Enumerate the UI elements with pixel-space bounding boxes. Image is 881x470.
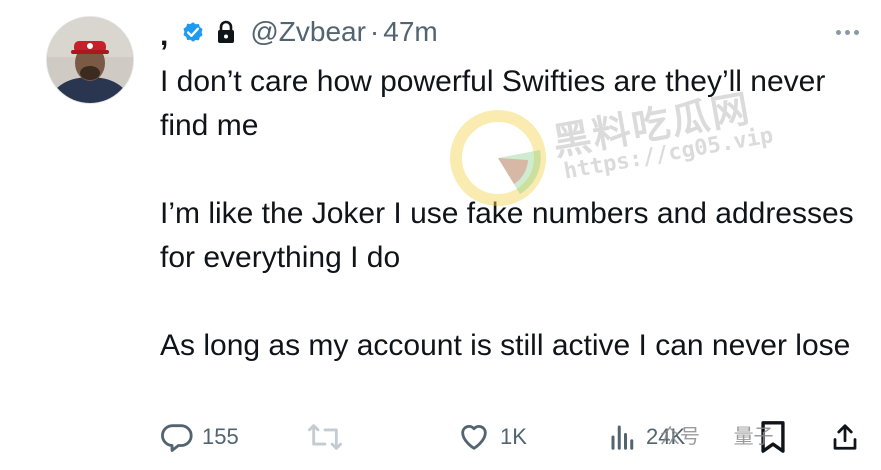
timestamp[interactable]: 47m <box>383 16 437 48</box>
tweet-paragraph-1: I don’t care how powerful Swifties are t… <box>160 65 826 142</box>
avatar[interactable] <box>46 16 134 104</box>
views-icon <box>611 425 634 450</box>
retweet-icon <box>308 424 343 450</box>
watermark-footer: 众号 量子 <box>660 420 774 449</box>
share-icon <box>833 424 857 450</box>
separator-dot: · <box>369 16 380 47</box>
avatar-image <box>47 17 133 103</box>
watermark-footer-text-2: 量子 <box>733 426 774 448</box>
retweet-button[interactable] <box>305 418 345 456</box>
lock-icon <box>218 20 235 43</box>
more-icon[interactable] <box>836 30 859 35</box>
like-count: 1K <box>500 424 527 449</box>
share-button[interactable] <box>830 418 860 456</box>
like-icon <box>461 425 487 450</box>
tweet-header: , @Zvbear · 47m <box>160 14 438 53</box>
handle[interactable]: @Zvbear <box>250 16 366 48</box>
verified-icon <box>183 22 203 42</box>
reply-icon <box>161 424 193 452</box>
watermark-footer-text: 众号 <box>660 426 700 448</box>
tweet-paragraph-2: I’m like the Joker I use fake numbers an… <box>160 197 854 274</box>
tweet-text: I don’t care how powerful Swifties are t… <box>160 60 860 368</box>
reply-button[interactable]: 155 <box>160 418 239 456</box>
tweet-paragraph-3: As long as my account is still active I … <box>160 329 851 362</box>
like-button[interactable]: 1K <box>456 418 527 456</box>
display-name[interactable]: , <box>160 19 168 53</box>
reply-count: 155 <box>202 424 239 449</box>
